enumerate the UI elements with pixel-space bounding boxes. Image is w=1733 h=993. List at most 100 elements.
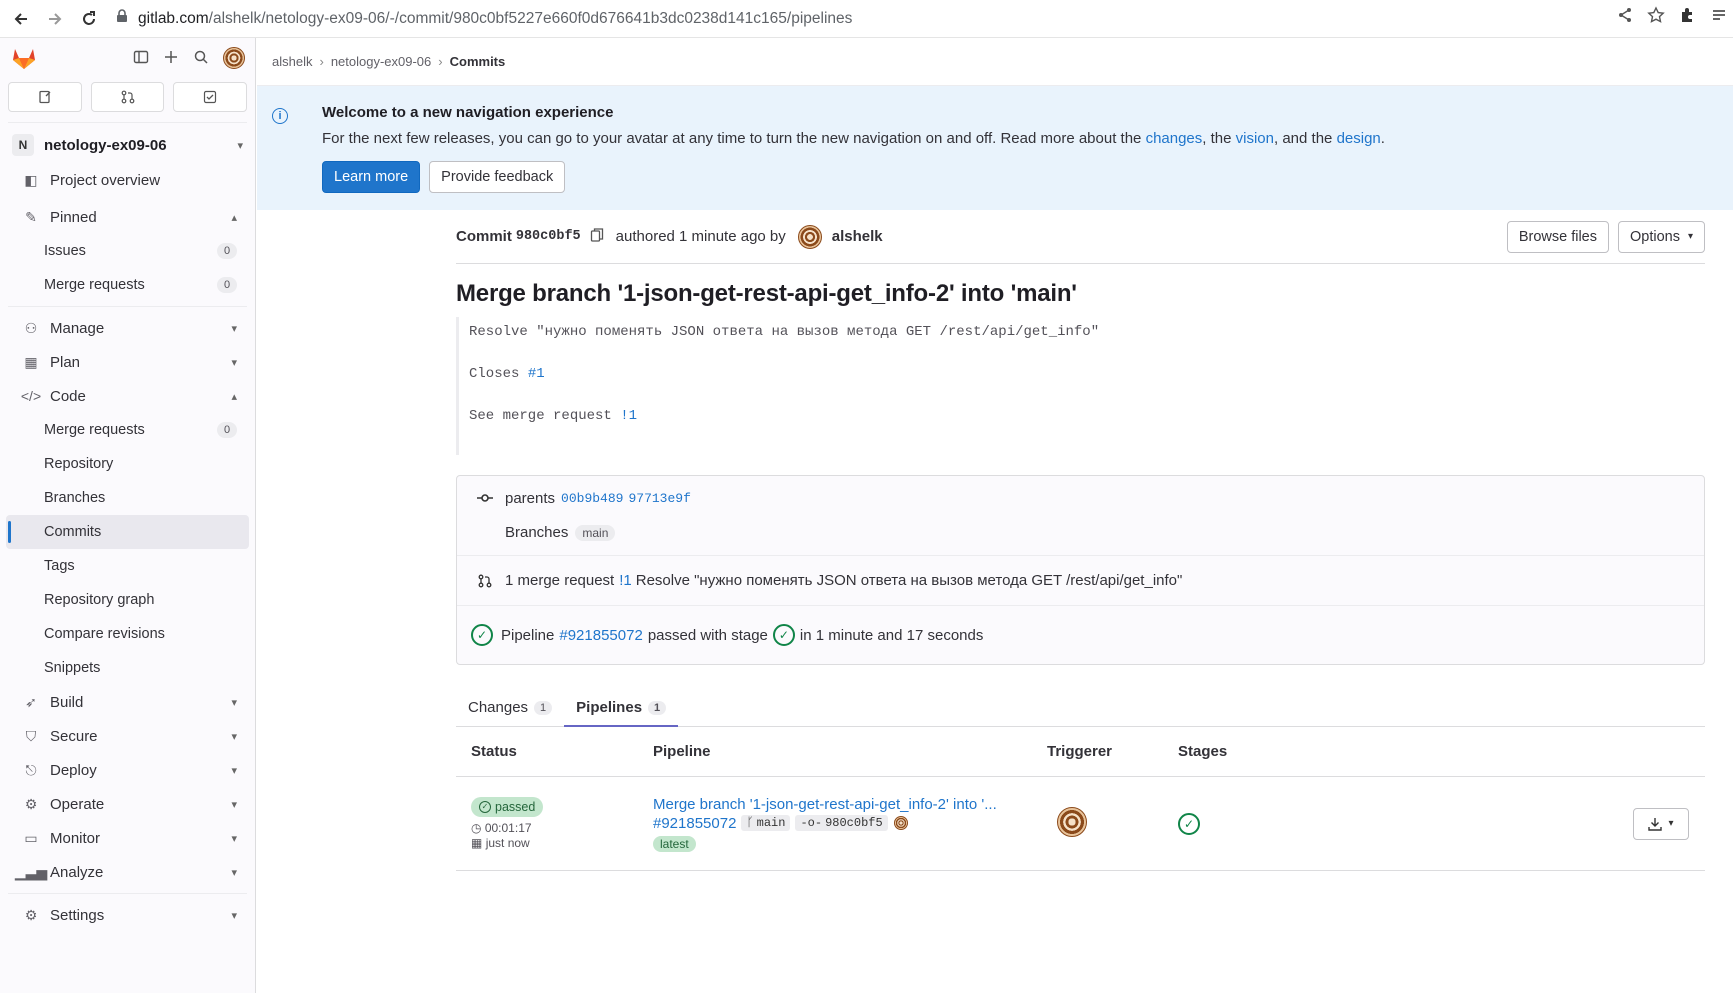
parent-sha-link-2[interactable]: 97713e9f bbox=[628, 491, 690, 506]
sidebar-section-pinned[interactable]: ✎ Pinned ▴ bbox=[6, 200, 249, 234]
triggerer-avatar[interactable] bbox=[1057, 807, 1087, 837]
parent-sha-link-1[interactable]: 00b9b489 bbox=[561, 491, 623, 506]
pipeline-link[interactable]: #921855072 bbox=[559, 627, 642, 644]
sidebar-item-snippets[interactable]: Snippets bbox=[6, 651, 249, 685]
sidebar-item-repository-graph[interactable]: Repository graph bbox=[6, 583, 249, 617]
stage-status-icon[interactable]: ✓ bbox=[1178, 812, 1200, 835]
forward-icon[interactable] bbox=[42, 6, 68, 32]
plus-icon[interactable] bbox=[163, 49, 179, 68]
pipeline-title-link[interactable]: Merge branch '1-json-get-rest-api-get_in… bbox=[653, 796, 1047, 813]
parents-row: parents 00b9b489 97713e9f bbox=[457, 476, 1704, 510]
sidebar-item-project-overview[interactable]: ◧ Project overview bbox=[6, 163, 249, 197]
banner-title: Welcome to a new navigation experience bbox=[322, 104, 614, 121]
table-header: Status Pipeline Triggerer Stages bbox=[456, 727, 1705, 777]
chevron-up-icon: ▴ bbox=[231, 390, 237, 403]
extensions-icon[interactable] bbox=[1679, 6, 1697, 27]
mr-count-badge: 0 bbox=[217, 277, 237, 293]
user-avatar[interactable] bbox=[223, 47, 245, 69]
tab-search-icon[interactable] bbox=[1711, 7, 1727, 26]
deploy-icon: ⎋ bbox=[25, 761, 37, 778]
commit-title: Merge branch '1-json-get-rest-api-get_in… bbox=[456, 280, 1077, 307]
tab-pipelines[interactable]: Pipelines 1 bbox=[564, 689, 679, 727]
sidebar-section-secure[interactable]: ⛉ Secure ▾ bbox=[6, 719, 249, 753]
provide-feedback-button[interactable]: Provide feedback bbox=[429, 161, 566, 193]
header-triggerer: Triggerer bbox=[1047, 743, 1113, 760]
monitor-icon: ▭ bbox=[24, 829, 38, 846]
sidebar-section-operate[interactable]: ⚙ Operate ▾ bbox=[6, 787, 249, 821]
related-mr-link[interactable]: !1 bbox=[619, 572, 632, 589]
issue-link[interactable]: #1 bbox=[528, 366, 545, 382]
table-row: ✓ passed ◷ 00:01:17 ▦ just now Merge bran… bbox=[456, 777, 1705, 871]
sidebar-section-settings[interactable]: ⚙ Settings ▾ bbox=[6, 898, 249, 932]
pipeline-id-link[interactable]: #921855072 bbox=[653, 815, 736, 832]
branch-pill[interactable]: main bbox=[575, 524, 616, 541]
banner-link-changes[interactable]: changes bbox=[1146, 130, 1203, 147]
merge-request-icon bbox=[121, 90, 134, 104]
banner-link-vision[interactable]: vision bbox=[1236, 130, 1274, 147]
sidebar-section-manage[interactable]: ⚇ Manage ▾ bbox=[6, 311, 249, 345]
breadcrumb-user[interactable]: alshelk bbox=[272, 54, 312, 69]
reload-icon[interactable] bbox=[76, 6, 102, 32]
breadcrumb-current[interactable]: Commits bbox=[450, 54, 506, 69]
gitlab-logo-icon[interactable] bbox=[10, 44, 38, 72]
mr-count-badge: 0 bbox=[217, 422, 237, 438]
banner-text: For the next few releases, you can go to… bbox=[322, 130, 1385, 147]
sidebar-item-pinned-merge-requests[interactable]: Merge requests 0 bbox=[6, 268, 249, 302]
commit-label: Commit bbox=[456, 228, 512, 245]
sidebar-item-compare-revisions[interactable]: Compare revisions bbox=[6, 617, 249, 651]
stage-success-icon[interactable]: ✓ bbox=[772, 624, 795, 646]
rocket-icon: ➶ bbox=[25, 693, 37, 710]
settings-gear-icon: ⚙ bbox=[24, 906, 38, 923]
sidebar-section-plan[interactable]: ▦ Plan ▾ bbox=[6, 345, 249, 379]
download-artifacts-dropdown[interactable]: ▾ bbox=[1633, 807, 1689, 840]
sidebar-item-branches[interactable]: Branches bbox=[6, 481, 249, 515]
address-bar[interactable]: gitlab.com/alshelk/netology-ex09-06/-/co… bbox=[116, 9, 852, 28]
committer-avatar[interactable] bbox=[893, 816, 908, 830]
options-dropdown[interactable]: Options ▾ bbox=[1617, 220, 1705, 253]
chevron-down-icon: ▾ bbox=[231, 730, 237, 743]
project-switcher[interactable]: N netology-ex09-06 ▾ bbox=[0, 127, 255, 163]
search-icon[interactable] bbox=[193, 49, 209, 68]
commit-icon bbox=[477, 493, 493, 503]
todos-counter-button[interactable] bbox=[173, 82, 248, 112]
learn-more-button[interactable]: Learn more bbox=[322, 161, 421, 193]
issues-counter-button[interactable] bbox=[8, 82, 82, 112]
project-avatar: N bbox=[12, 134, 34, 156]
sidebar-section-analyze[interactable]: ▁▃▅ Analyze ▾ bbox=[6, 855, 249, 889]
sidebar-section-build[interactable]: ➶ Build ▾ bbox=[6, 685, 249, 719]
sidebar-item-issues[interactable]: Issues 0 bbox=[6, 234, 249, 268]
back-icon[interactable] bbox=[8, 6, 34, 32]
sidebar-section-code[interactable]: </> Code ▴ bbox=[6, 379, 249, 413]
author-avatar[interactable] bbox=[797, 224, 822, 249]
merge-request-link[interactable]: !1 bbox=[620, 408, 637, 424]
sidebar-section-deploy[interactable]: ⎋ Deploy ▾ bbox=[6, 753, 249, 787]
new-navigation-banner: i Welcome to a new navigation experience… bbox=[257, 86, 1733, 210]
chevron-down-icon: ▾ bbox=[231, 798, 237, 811]
sidebar-item-commits[interactable]: Commits bbox=[6, 515, 249, 549]
author-name[interactable]: alshelk bbox=[832, 228, 883, 245]
status-success-icon[interactable]: ✓ bbox=[471, 624, 493, 646]
collapse-sidebar-icon[interactable] bbox=[133, 49, 149, 68]
branch-ref[interactable]: ᚴ main bbox=[741, 815, 791, 831]
sidebar-section-monitor[interactable]: ▭ Monitor ▾ bbox=[6, 821, 249, 855]
merge-requests-counter-button[interactable] bbox=[90, 82, 165, 112]
branches-row: Branches main bbox=[457, 510, 1704, 556]
pipeline-row: ✓ Pipeline #921855072 passed with stage … bbox=[457, 606, 1704, 664]
chevron-down-icon: ▾ bbox=[1668, 818, 1674, 829]
sidebar-item-tags[interactable]: Tags bbox=[6, 549, 249, 583]
copy-icon[interactable] bbox=[590, 227, 604, 247]
sidebar-item-repository[interactable]: Repository bbox=[6, 447, 249, 481]
issues-count-badge: 0 bbox=[217, 243, 237, 259]
branch-icon: ᚴ bbox=[746, 816, 754, 830]
lock-icon bbox=[116, 9, 128, 28]
tab-changes[interactable]: Changes 1 bbox=[456, 689, 564, 726]
bookmark-star-icon[interactable] bbox=[1647, 6, 1665, 27]
sidebar-item-merge-requests[interactable]: Merge requests 0 bbox=[6, 413, 249, 447]
commit-ref[interactable]: -o- 980c0bf5 bbox=[795, 815, 888, 831]
browse-files-button[interactable]: Browse files bbox=[1506, 220, 1609, 253]
share-icon[interactable] bbox=[1617, 7, 1633, 26]
breadcrumb-project[interactable]: netology-ex09-06 bbox=[331, 54, 431, 69]
breadcrumb: alshelk › netology-ex09-06 › Commits bbox=[257, 38, 1733, 86]
status-badge[interactable]: ✓ passed bbox=[471, 796, 544, 817]
banner-link-design[interactable]: design bbox=[1337, 130, 1381, 147]
